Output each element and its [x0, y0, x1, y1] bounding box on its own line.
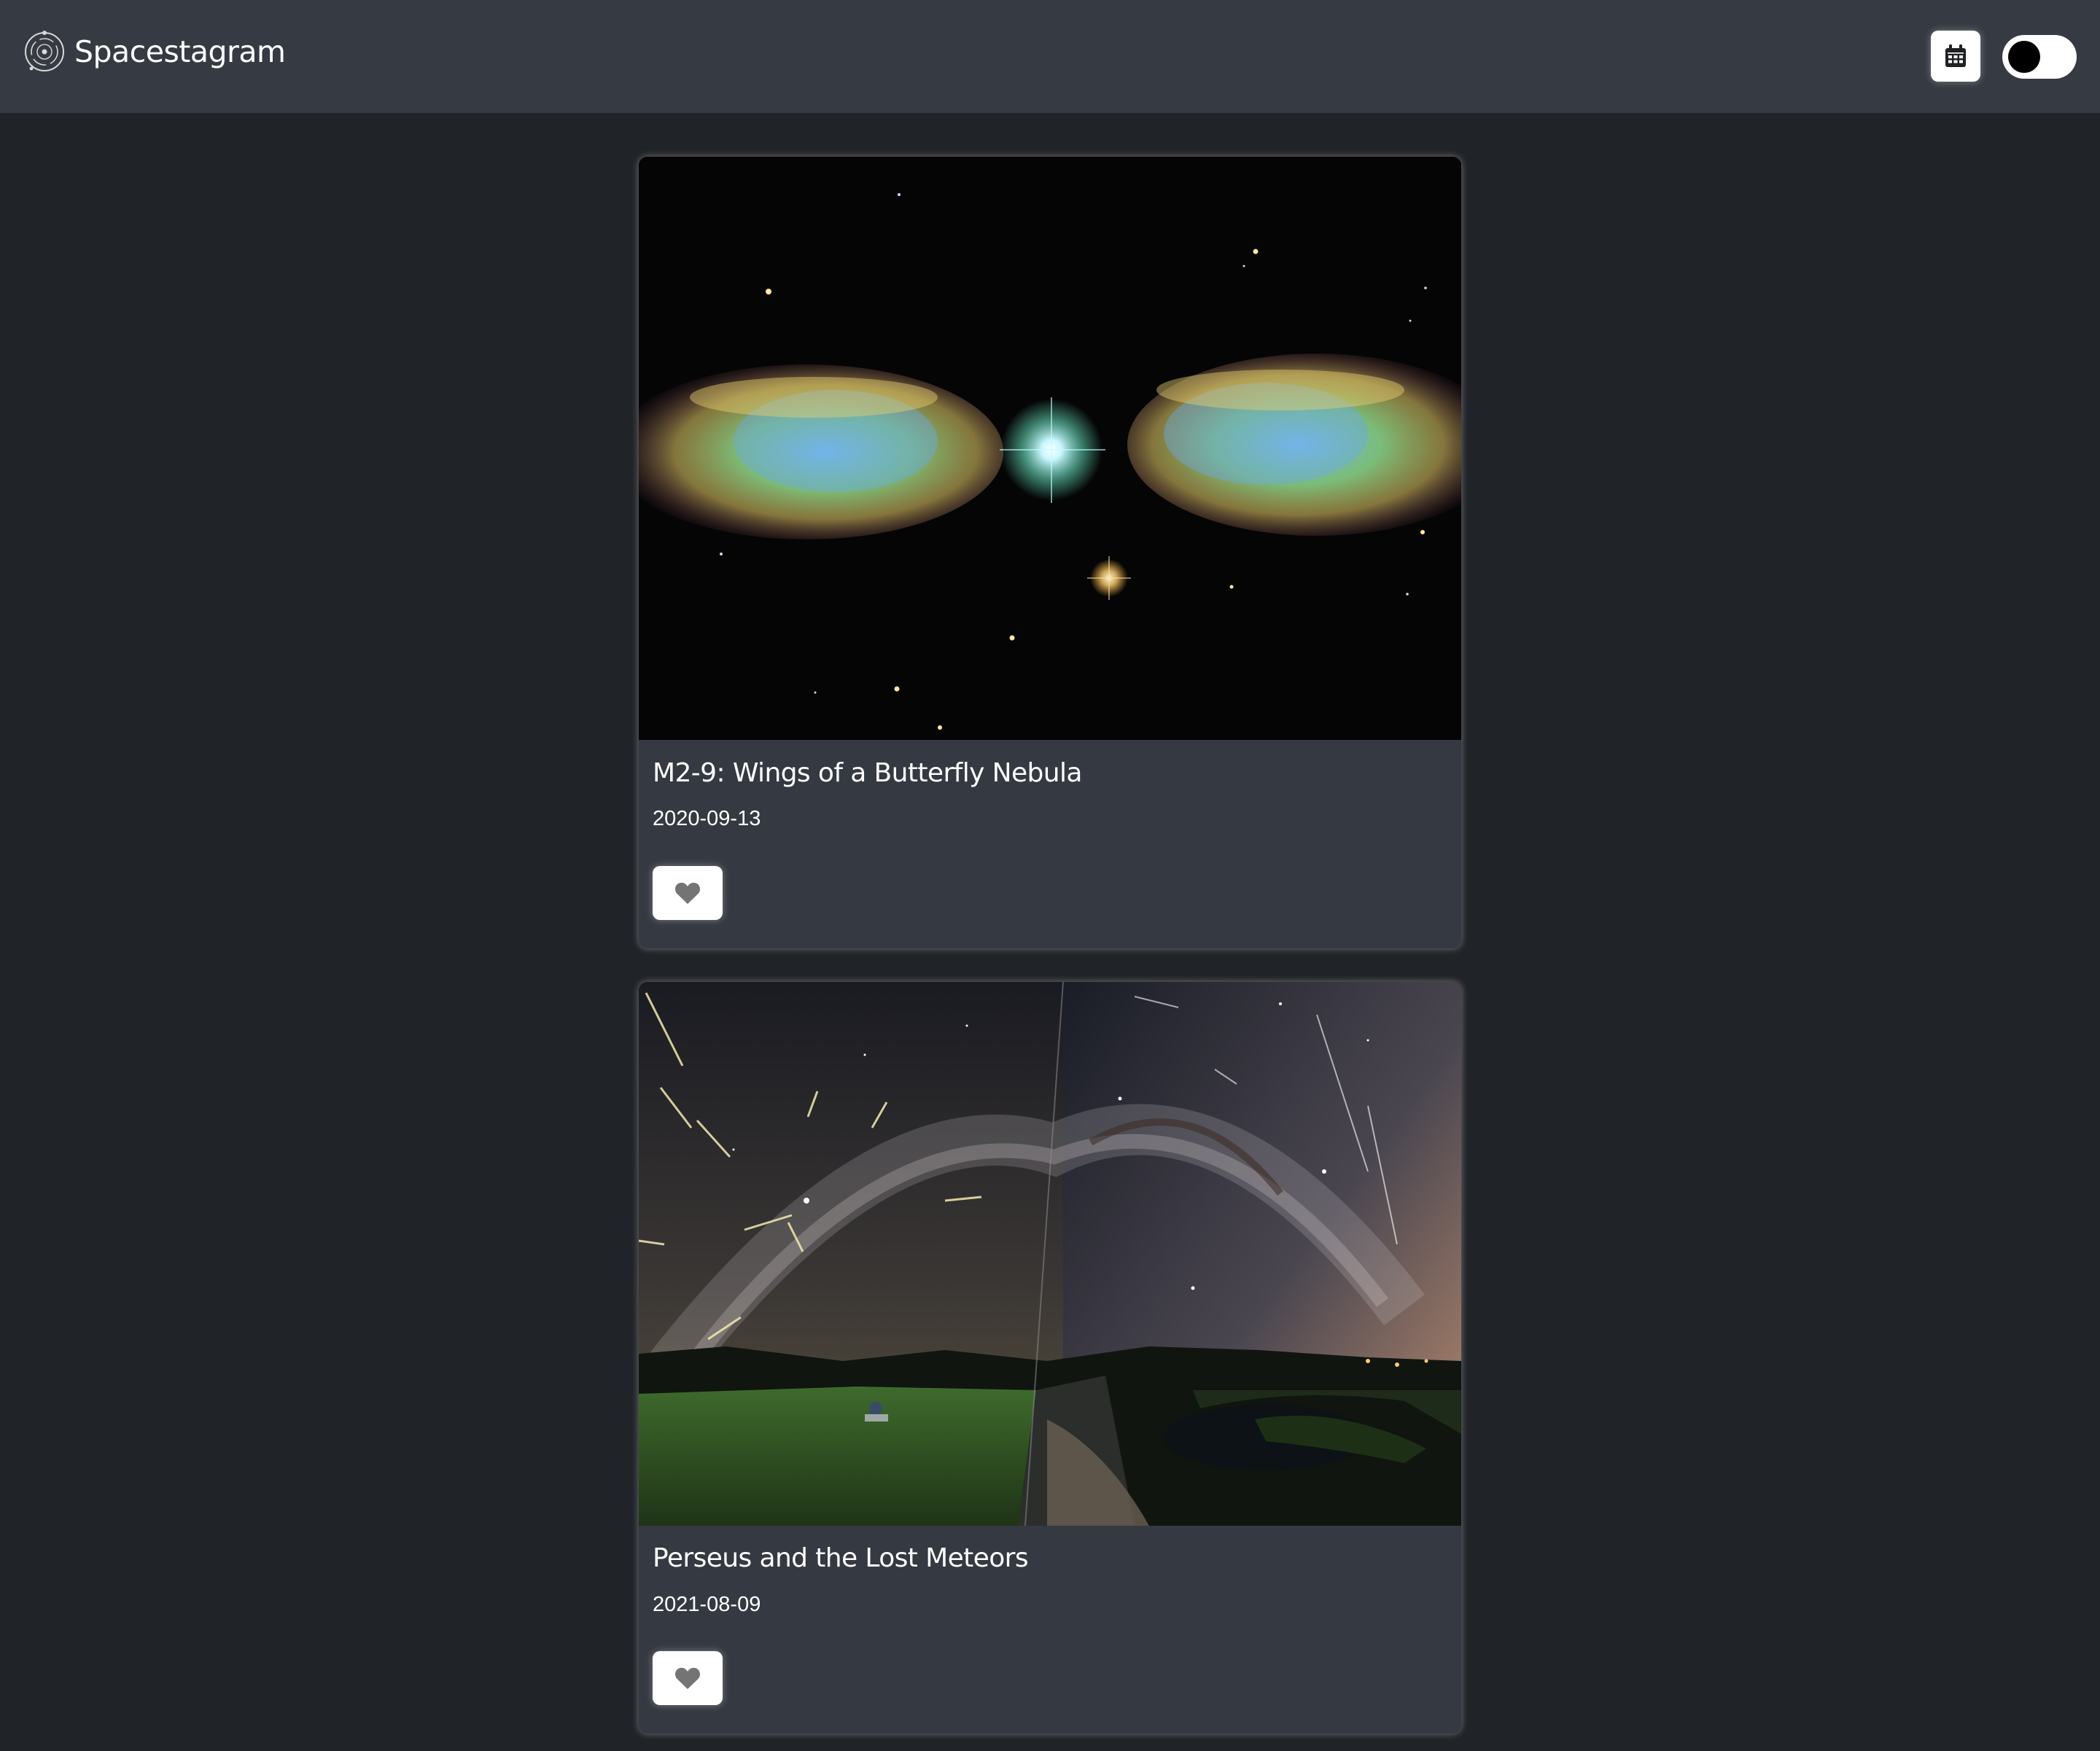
toggle-knob [2008, 41, 2040, 73]
brand-link[interactable]: Spacestagram [23, 31, 286, 73]
brand-title: Spacestagram [74, 34, 286, 69]
like-button[interactable] [653, 1651, 723, 1705]
heart-icon [674, 1667, 701, 1689]
post-card: M2-9: Wings of a Butterfly Nebula 2020-0… [639, 157, 1461, 948]
like-button[interactable] [653, 866, 723, 920]
post-date: 2020-09-13 [653, 807, 761, 830]
post-title: M2-9: Wings of a Butterfly Nebula [653, 758, 1082, 788]
galaxy-logo-icon [25, 31, 64, 71]
post-date: 2021-08-09 [653, 1593, 761, 1616]
dark-mode-toggle[interactable] [2002, 35, 2077, 79]
post-title: Perseus and the Lost Meteors [653, 1543, 1029, 1573]
navbar: Spacestagram [0, 0, 2100, 113]
meteor-photo [639, 982, 1461, 1526]
calendar-button[interactable] [1931, 31, 1980, 82]
post-card: Perseus and the Lost Meteors 2021-08-09 [639, 982, 1461, 1734]
nebula-photo [639, 157, 1461, 740]
calendar-icon [1945, 44, 1966, 67]
heart-icon [674, 882, 701, 904]
